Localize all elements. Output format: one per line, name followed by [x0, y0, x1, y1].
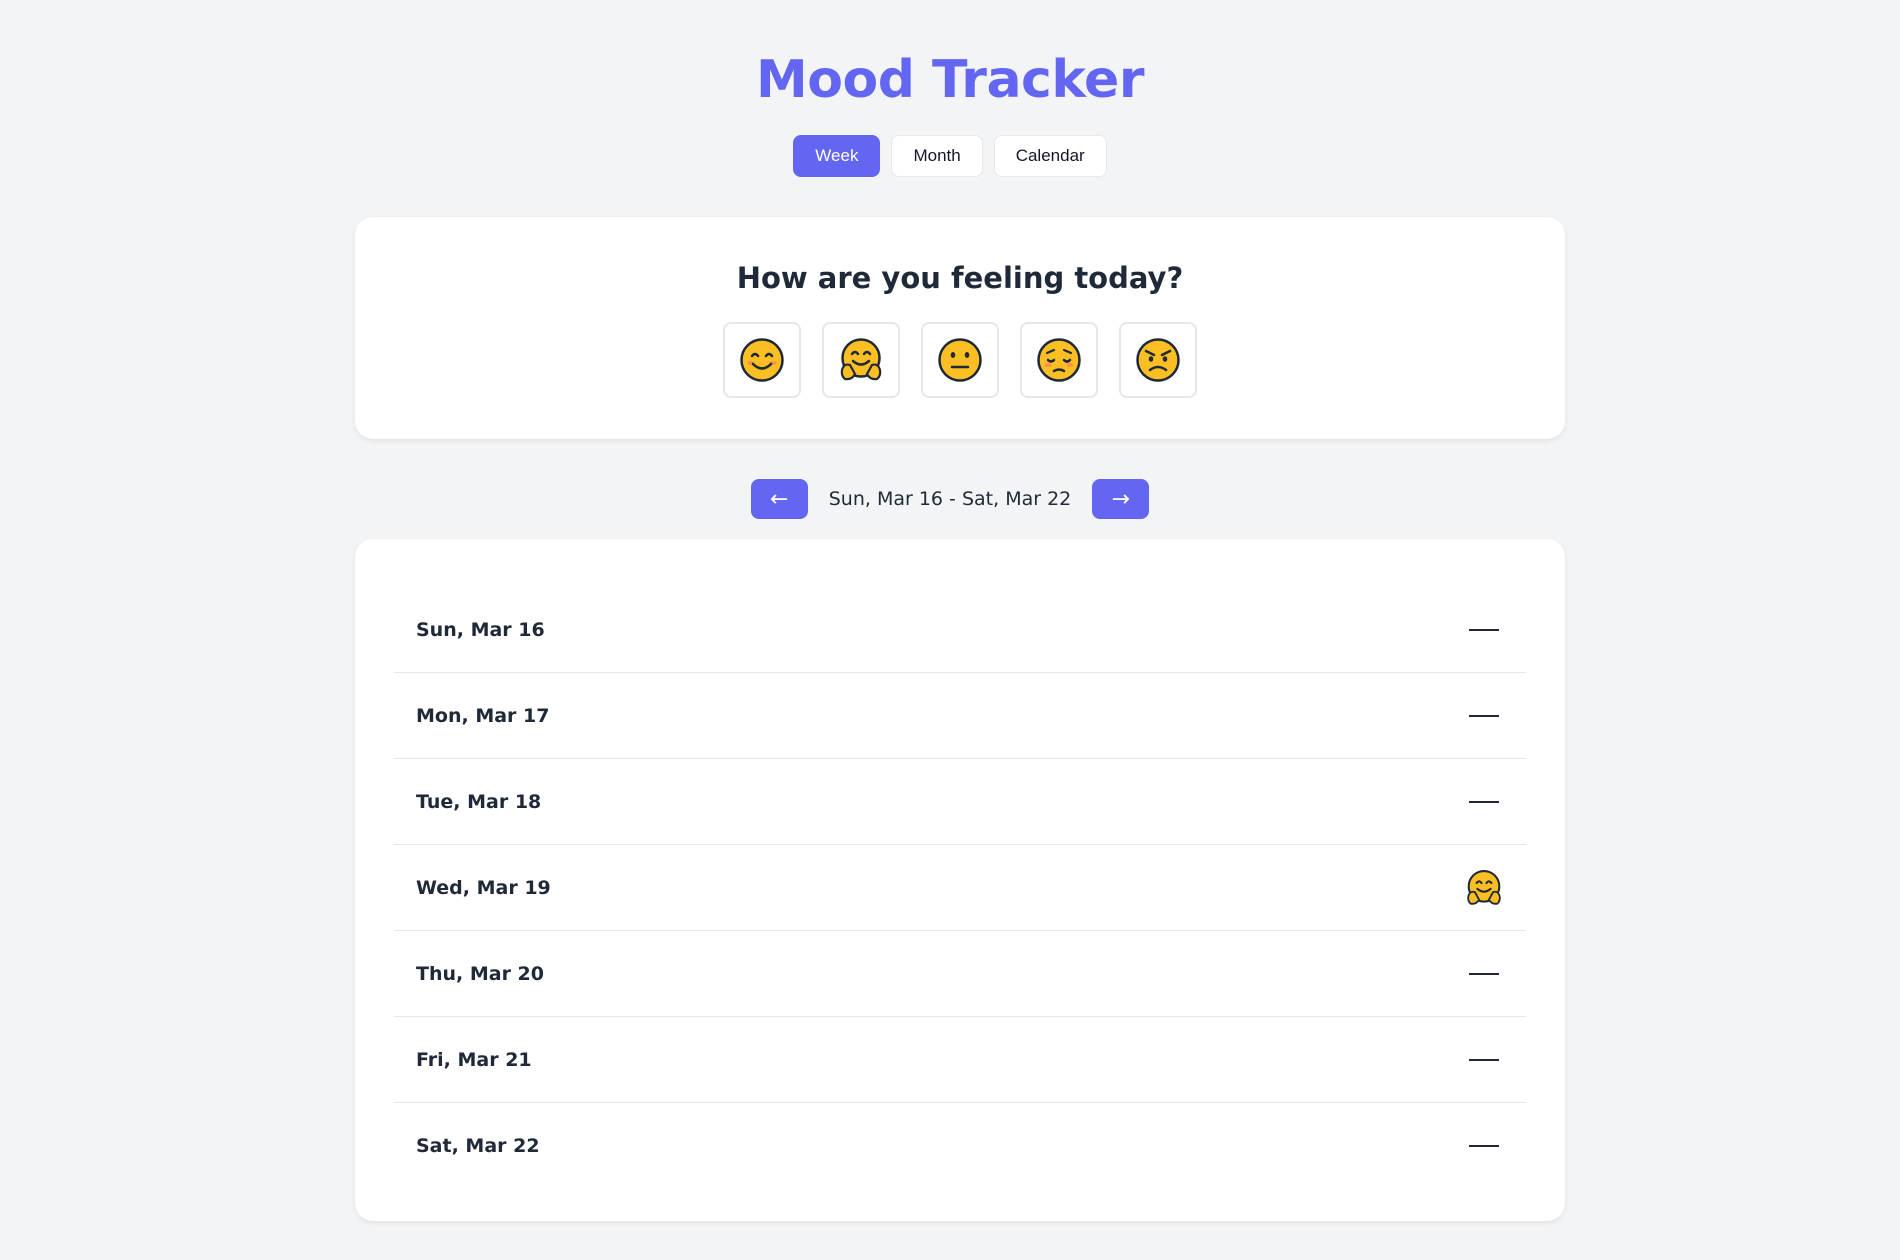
empty-mood-dash	[1464, 696, 1504, 736]
day-row[interactable]: Mon, Mar 17	[394, 673, 1526, 759]
empty-mood-dash	[1464, 782, 1504, 822]
view-tabs: Week Month Calendar	[0, 135, 1900, 177]
next-week-button[interactable]: →	[1092, 479, 1150, 519]
pensive-face-icon	[1037, 338, 1081, 382]
mood-prompt: How are you feeling today?	[736, 261, 1184, 295]
day-label: Sun, Mar 16	[416, 618, 545, 641]
tab-calendar[interactable]: Calendar	[993, 135, 1107, 177]
day-row[interactable]: Wed, Mar 19	[394, 845, 1526, 931]
mood-options	[355, 322, 1565, 398]
mood-button-angry[interactable]	[1119, 322, 1197, 398]
angry-face-icon	[1136, 338, 1180, 382]
smiling-face-icon	[740, 338, 784, 382]
hugging-face-icon	[840, 338, 882, 381]
previous-week-button[interactable]: ←	[750, 479, 808, 519]
empty-mood-dash	[1464, 1126, 1504, 1166]
week-navigation: ← Sun, Mar 16 - Sat, Mar 22 →	[0, 479, 1900, 519]
mood-button-hugging[interactable]	[822, 322, 900, 398]
empty-mood-dash	[1464, 954, 1504, 994]
mood-entry-card: How are you feeling today?	[355, 217, 1565, 439]
day-label: Sat, Mar 22	[416, 1135, 540, 1157]
day-label: Mon, Mar 17	[416, 704, 550, 727]
week-view-card: Sun, Mar 16 Mon, Mar 17 Tue, Mar 18 Wed,…	[355, 539, 1565, 1221]
day-row[interactable]: Sun, Mar 16	[394, 587, 1526, 673]
mood-button-pensive[interactable]	[1020, 322, 1098, 398]
date-range-label: Sun, Mar 16 - Sat, Mar 22	[828, 488, 1072, 510]
app-title: Mood Tracker	[756, 50, 1144, 110]
day-label: Thu, Mar 20	[416, 962, 544, 985]
empty-mood-dash	[1464, 610, 1504, 650]
day-label: Wed, Mar 19	[416, 876, 551, 899]
day-row[interactable]: Thu, Mar 20	[394, 931, 1526, 1017]
tab-month[interactable]: Month	[891, 135, 983, 177]
day-mood	[1464, 868, 1504, 908]
mood-button-neutral[interactable]	[921, 322, 999, 398]
empty-mood-dash	[1464, 1040, 1504, 1080]
day-row[interactable]: Fri, Mar 21	[394, 1017, 1526, 1103]
neutral-face-icon	[938, 338, 982, 382]
hugging-face-icon	[1467, 869, 1501, 905]
day-row[interactable]: Tue, Mar 18	[394, 759, 1526, 845]
tab-week[interactable]: Week	[793, 135, 881, 177]
day-label: Tue, Mar 18	[416, 790, 542, 813]
day-row[interactable]: Sat, Mar 22	[394, 1103, 1526, 1189]
day-label: Fri, Mar 21	[416, 1048, 532, 1071]
day-list: Sun, Mar 16 Mon, Mar 17 Tue, Mar 18 Wed,…	[394, 587, 1526, 1189]
mood-button-smiling[interactable]	[723, 322, 801, 398]
